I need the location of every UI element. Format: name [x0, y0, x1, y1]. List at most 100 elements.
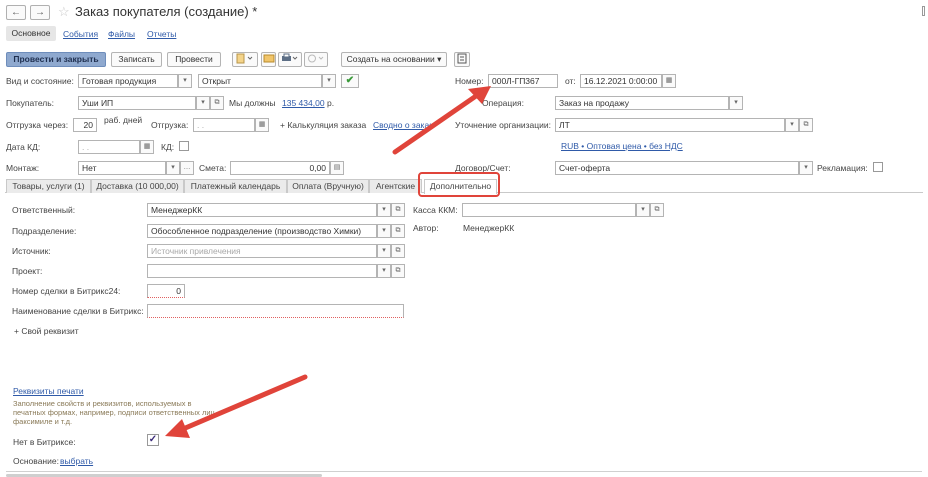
debt-amount-link[interactable]: 135 434,00 — [282, 98, 325, 108]
window-title: Заказ покупателя (создание) * — [75, 4, 258, 19]
ship-calendar-icon[interactable]: ▦ — [255, 118, 269, 132]
ship-after-field[interactable]: 20 — [73, 118, 97, 132]
nav-tab-main[interactable]: Основное — [6, 26, 56, 41]
tab-goods[interactable]: Товары, услуги (1) — [6, 179, 91, 193]
summary-link[interactable]: Сводно о заказе — [373, 120, 431, 130]
status-menu-button[interactable] — [304, 52, 328, 67]
custom-prop-button[interactable]: + Свой реквизит — [14, 326, 79, 336]
basis-label: Основание: — [13, 456, 59, 466]
state-status-dropdown[interactable]: ▾ — [322, 74, 336, 88]
org-open-icon[interactable]: ⧉ — [799, 118, 813, 132]
source-dropdown[interactable]: ▾ — [377, 244, 391, 258]
favorite-star-icon[interactable]: ☆ — [58, 5, 70, 19]
reclamation-checkbox[interactable] — [873, 162, 883, 172]
customer-field[interactable]: Уши ИП — [78, 96, 196, 110]
source-field[interactable]: Источник привлечения — [147, 244, 377, 258]
deal-number-label: Номер сделки в Битрикс24: — [12, 286, 121, 296]
customer-label: Покупатель: — [6, 98, 55, 108]
responsible-field[interactable]: МенеджерКК — [147, 203, 377, 217]
debt-currency: р. — [327, 98, 335, 108]
number-field[interactable]: 000Л-ГП367 — [488, 74, 558, 88]
project-dropdown[interactable]: ▾ — [377, 264, 391, 278]
operation-dropdown[interactable]: ▾ — [729, 96, 743, 110]
ship-label: Отгрузка: — [151, 120, 189, 130]
not-in-bitrix-label: Нет в Битриксе: — [13, 437, 76, 447]
project-field[interactable] — [147, 264, 377, 278]
printer-icon — [282, 53, 298, 61]
date-label: от: — [565, 76, 576, 86]
responsible-dropdown[interactable]: ▾ — [377, 203, 391, 217]
state-type-field[interactable]: Готовая продукция — [78, 74, 178, 88]
kd-calendar-icon[interactable]: ▦ — [140, 140, 154, 154]
confirm-check-icon[interactable]: ✔ — [341, 74, 359, 88]
tab-delivery[interactable]: Доставка (10 000,00) — [91, 179, 184, 193]
responsible-open-icon[interactable]: ⧉ — [391, 203, 405, 217]
division-field[interactable]: Обособленное подразделение (производство… — [147, 224, 377, 238]
not-in-bitrix-checkbox[interactable]: ✓ — [147, 434, 159, 446]
mount-dropdown[interactable]: ▾ — [166, 161, 180, 175]
ship-date-field[interactable]: . . — [193, 118, 255, 132]
calc-label[interactable]: + Калькуляция заказа — [280, 120, 366, 130]
contract-dropdown[interactable]: ▾ — [799, 161, 813, 175]
documents-menu-button[interactable] — [232, 52, 258, 67]
price-link[interactable]: RUB • Оптовая цена • без НДС — [561, 141, 683, 151]
operation-field[interactable]: Заказ на продажу — [555, 96, 729, 110]
nav-tab-reports[interactable]: Отчеты — [147, 29, 176, 39]
kd-date-field[interactable]: . . — [78, 140, 140, 154]
circle-icon — [308, 54, 324, 63]
deal-number-field[interactable]: 0 — [147, 284, 185, 298]
print-menu-button[interactable] — [278, 52, 302, 67]
tab-payment[interactable]: Оплата (Вручную) — [287, 179, 369, 193]
division-open-icon[interactable]: ⧉ — [391, 224, 405, 238]
division-dropdown[interactable]: ▾ — [377, 224, 391, 238]
deal-name-label: Наименование сделки в Битрикс: — [12, 306, 144, 316]
state-type-dropdown[interactable]: ▾ — [178, 74, 192, 88]
date-field[interactable]: 16.12.2021 0:00:00 — [580, 74, 662, 88]
documents-icon — [236, 53, 253, 64]
org-field[interactable]: ЛТ — [555, 118, 785, 132]
deal-name-field[interactable] — [147, 304, 404, 318]
post-and-close-button[interactable]: Провести и закрыть — [6, 52, 106, 67]
envelope-icon — [263, 54, 274, 63]
calculator-icon[interactable]: ▤ — [330, 161, 344, 175]
more-icon[interactable] — [922, 6, 925, 16]
contract-field[interactable]: Счет-оферта — [555, 161, 799, 175]
mail-button[interactable] — [261, 52, 276, 67]
mount-field[interactable]: Нет — [78, 161, 166, 175]
source-label: Источник: — [12, 246, 51, 256]
org-dropdown[interactable]: ▾ — [785, 118, 799, 132]
mount-more-button[interactable]: … — [180, 161, 194, 175]
author-label: Автор: — [413, 223, 439, 233]
create-based-on-label: Создать на основании — [346, 54, 435, 64]
cash-field[interactable] — [462, 203, 636, 217]
forward-button[interactable]: → — [30, 5, 50, 20]
customer-dropdown[interactable]: ▾ — [196, 96, 210, 110]
customer-open-icon[interactable]: ⧉ — [210, 96, 224, 110]
kd-checkbox[interactable] — [179, 141, 189, 151]
print-hint-1: Заполнение свойств и реквизитов, использ… — [13, 399, 192, 408]
state-label: Вид и состояние: — [6, 76, 74, 86]
cash-open-icon[interactable]: ⧉ — [650, 203, 664, 217]
estimate-field[interactable]: 0,00 — [230, 161, 330, 175]
cash-dropdown[interactable]: ▾ — [636, 203, 650, 217]
basis-select-link[interactable]: выбрать — [60, 456, 93, 466]
post-button[interactable]: Провести — [167, 52, 221, 67]
state-status-field[interactable]: Открыт — [198, 74, 322, 88]
tab-payment-calendar[interactable]: Платежный календарь — [184, 179, 287, 193]
print-props-link[interactable]: Реквизиты печати — [13, 386, 84, 396]
create-based-on-button[interactable]: Создать на основании ▾ — [341, 52, 447, 67]
nav-tab-files[interactable]: Файлы — [108, 29, 135, 39]
project-open-icon[interactable]: ⧉ — [391, 264, 405, 278]
print-hint-3: факсимиле и т.д. — [13, 417, 73, 426]
tab-agent[interactable]: Агентские — [369, 179, 422, 193]
back-button[interactable]: ← — [6, 5, 26, 20]
annotation-arrow-bottom-line — [180, 374, 308, 432]
project-label: Проект: — [12, 266, 43, 276]
save-button[interactable]: Записать — [111, 52, 162, 67]
source-open-icon[interactable]: ⧉ — [391, 244, 405, 258]
estimate-label: Смета: — [199, 163, 227, 173]
calendar-icon[interactable]: ▦ — [662, 74, 676, 88]
structure-button[interactable] — [454, 52, 470, 67]
nav-tab-events[interactable]: События — [63, 29, 98, 39]
org-label: Уточнение организации: — [455, 120, 552, 130]
